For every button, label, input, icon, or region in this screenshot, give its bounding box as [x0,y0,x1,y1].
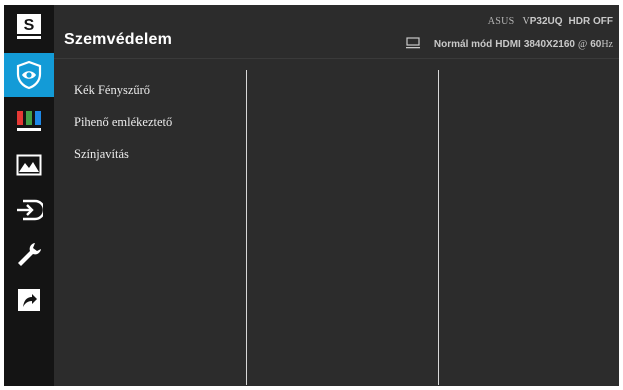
sidebar-item-input-select[interactable] [4,188,54,232]
image-icon [16,154,42,176]
refresh-value: 60 [590,39,602,50]
monitor-icon [405,37,420,52]
menu-item-blue-light-filter[interactable]: Kék Fényszűrő [74,81,172,113]
refresh-unit: Hz [601,39,613,50]
at-sign: @ [577,39,588,50]
model-label: P32UQ [529,16,563,27]
sidebar-item-image[interactable] [4,143,54,187]
shortcut-icon [18,289,40,311]
submenu-list: Kék Fényszűrő Pihenő emlékeztető Színjav… [74,81,172,177]
hdr-status: HDR OFF [568,16,613,27]
menu-item-rest-reminder[interactable]: Pihenő emlékeztető [74,113,172,145]
sidebar-item-system-setup[interactable] [4,233,54,277]
sidebar: S [4,5,54,386]
sidebar-item-splendid[interactable]: S [4,5,54,49]
monitor-info: ASUS VP32UQ HDR OFF [488,16,613,27]
page-title: Szemvédelem [64,31,173,48]
main-panel: Szemvédelem ASUS VP32UQ HDR OFF Normál mód… [54,5,619,386]
sidebar-item-shortcut[interactable] [4,278,54,322]
column-divider-1 [246,70,247,385]
sidebar-item-eye-care[interactable] [4,53,54,97]
splendid-icon: S [17,14,41,39]
resolution-label: 3840X2160 [523,39,575,50]
model-prefix: V [522,16,530,27]
wrench-icon [18,243,41,266]
color-icon [17,111,41,131]
column-divider-2 [438,70,439,385]
input-label: HDMI [495,39,521,50]
brand-label: ASUS [487,16,515,27]
eye-care-icon [16,60,42,90]
signal-info: Normál mód HDMI 3840X2160 @ 60 Hz [405,37,613,52]
header-divider [54,58,619,59]
sidebar-item-color[interactable] [4,99,54,143]
mode-label: Normál mód [433,39,493,50]
splendid-letter: S [24,17,35,34]
menu-item-color-augmentation[interactable]: Színjavítás [74,145,172,177]
input-select-icon [17,199,43,221]
